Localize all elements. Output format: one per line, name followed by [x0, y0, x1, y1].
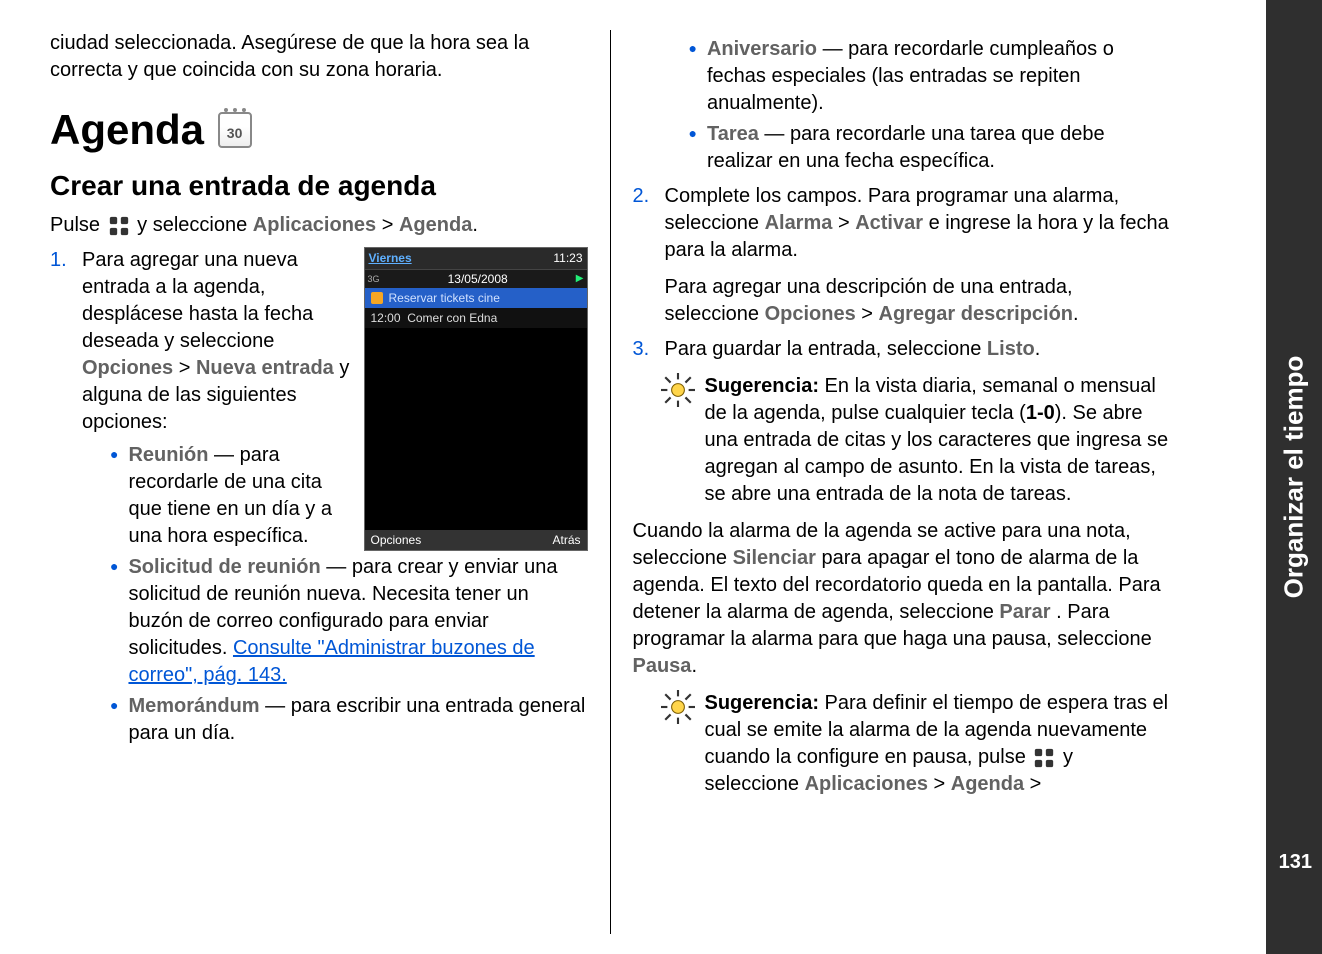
phone-entry-2: 12:00 Comer con Edna [365, 308, 587, 328]
side-tab: Organizar el tiempo 131 [1266, 0, 1322, 954]
step-number: 3. [633, 336, 655, 363]
phone-softkey-left: Opciones [371, 532, 422, 548]
label-nueva-entrada: Nueva entrada [196, 357, 334, 379]
phone-frame: Viernes 11:23 3G 13/05/2008 ▶ [364, 247, 588, 551]
calendar-icon: 30 [218, 112, 252, 148]
step-2: 2. Complete los campos. Para programar u… [633, 183, 1171, 328]
phone-statusbar: Viernes 11:23 [365, 248, 587, 269]
phone-arrow-icon: ▶ [573, 272, 587, 286]
bullet-solicitud: Solicitud de reunión — para crear y envi… [110, 554, 588, 689]
side-tab-label: Organizar el tiempo [1279, 356, 1310, 599]
phone-date-row: 3G 13/05/2008 ▶ [365, 270, 587, 288]
menu-key-icon [108, 215, 130, 237]
phone-entry-1: Reservar tickets cine [365, 288, 587, 308]
phone-softkeys: Opciones Atrás [365, 530, 587, 550]
label-parar: Parar [999, 601, 1050, 623]
page-content: ciudad seleccionada. Asegúrese de que la… [0, 0, 1210, 954]
phone-softkey-right: Atrás [552, 532, 580, 548]
label-aplicaciones-2: Aplicaciones [805, 773, 928, 795]
bullet-tarea: Tarea — para recordarle una tarea que de… [689, 121, 1171, 175]
options-bullets-right: Aniversario — para recordarle cumpleaños… [661, 36, 1171, 175]
step-number: 1. [50, 247, 72, 751]
h2-crear: Crear una entrada de agenda [50, 167, 588, 205]
tip-icon [661, 690, 695, 724]
ordered-steps-right: 2. Complete los campos. Para programar u… [633, 183, 1171, 363]
alarm-paragraph: Cuando la alarma de la agenda se active … [633, 518, 1171, 680]
label-opciones-2: Opciones [765, 303, 856, 325]
heading-row: Agenda 30 [50, 102, 588, 159]
phone-date: 13/05/2008 [448, 271, 508, 287]
phone-day: Viernes [369, 250, 412, 266]
label-agenda-2: Agenda [951, 773, 1024, 795]
label-agregar-desc: Agregar descripción [879, 303, 1074, 325]
tip-label: Sugerencia: [705, 692, 825, 714]
label-aplicaciones: Aplicaciones [253, 214, 376, 236]
intro-text: ciudad seleccionada. Asegúrese de que la… [50, 30, 588, 84]
phone-note-icon [371, 292, 383, 304]
bullet-aniversario: Aniversario — para recordarle cumpleaños… [689, 36, 1171, 117]
tip-label: Sugerencia: [705, 375, 825, 397]
menu-key-icon [1033, 747, 1055, 769]
bullet-memorandum: Memorándum — para escribir una entrada g… [110, 693, 588, 747]
phone-signal: 3G [365, 273, 383, 285]
left-column: ciudad seleccionada. Asegúrese de que la… [50, 30, 610, 934]
ordered-steps-left: 1. Viernes 11:23 3G 13/0 [50, 247, 588, 751]
pulse-line: Pulse y seleccione Aplicaciones > Agenda… [50, 212, 588, 239]
h1-agenda: Agenda [50, 102, 204, 159]
step-1: 1. Viernes 11:23 3G 13/0 [50, 247, 588, 751]
tip-1: Sugerencia: En la vista diaria, semanal … [661, 373, 1171, 508]
step-3: 3. Para guardar la entrada, seleccione L… [633, 336, 1171, 363]
label-alarma: Alarma [765, 212, 833, 234]
label-opciones: Opciones [82, 357, 173, 379]
tip-2: Sugerencia: Para definir el tiempo de es… [661, 690, 1171, 798]
label-silenciar: Silenciar [733, 547, 816, 569]
page-wrap: ciudad seleccionada. Asegúrese de que la… [0, 0, 1322, 954]
right-column: Aniversario — para recordarle cumpleaños… [610, 30, 1171, 934]
page-number: 131 [1279, 851, 1312, 874]
label-activar: Activar [855, 212, 923, 234]
phone-time: 11:23 [553, 250, 582, 266]
phone-body [365, 328, 587, 530]
label-pausa: Pausa [633, 655, 692, 677]
label-listo: Listo [987, 338, 1035, 360]
step-number: 2. [633, 183, 655, 328]
bullet-reunion: Reunión — para recordarle de una cita qu… [110, 442, 354, 550]
label-agenda: Agenda [399, 214, 472, 236]
tip-icon [661, 373, 695, 407]
phone-screenshot: Viernes 11:23 3G 13/05/2008 ▶ [364, 247, 588, 551]
